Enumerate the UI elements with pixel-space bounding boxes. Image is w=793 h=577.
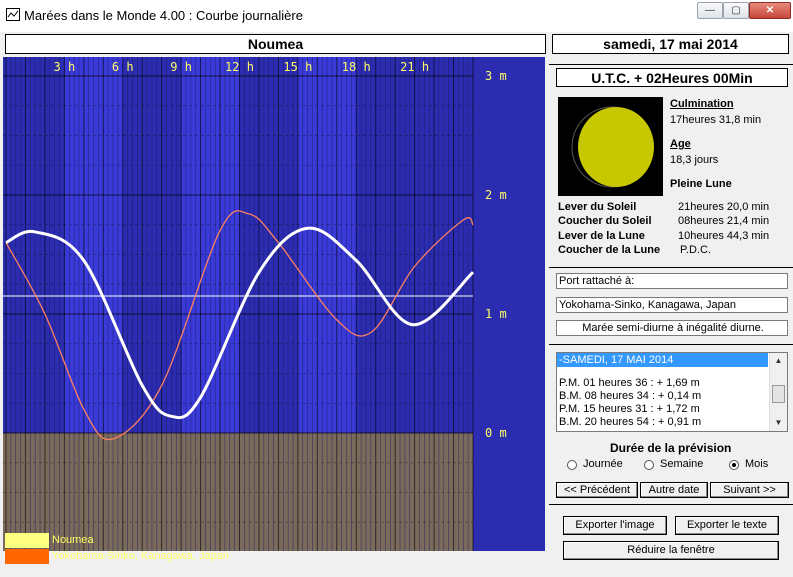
port-label: Port rattaché à: xyxy=(556,273,788,289)
divider xyxy=(549,344,793,345)
tide-list-header[interactable]: -SAMEDI, 17 MAI 2014 xyxy=(557,353,768,367)
scroll-up-icon[interactable]: ▲ xyxy=(770,353,787,369)
moon-phase: Pleine Lune xyxy=(670,178,732,190)
export-text-button[interactable]: Exporter le texte xyxy=(675,516,779,535)
divider xyxy=(549,504,793,505)
tide-type: Marée semi-diurne à inégalité diurne. xyxy=(556,320,788,336)
scroll-thumb[interactable] xyxy=(772,385,785,403)
scroll-down-icon[interactable]: ▼ xyxy=(770,415,787,431)
legend-label-noumea: Noumea xyxy=(52,534,94,546)
date-title: samedi, 17 mai 2014 xyxy=(552,34,789,54)
radio-journee[interactable] xyxy=(567,460,577,470)
radio-journee-label[interactable]: Journée xyxy=(583,458,623,470)
previous-button[interactable]: << Précédent xyxy=(556,482,638,498)
legend-swatch-noumea xyxy=(5,533,49,548)
sunrise-label: Lever du Soleil xyxy=(558,201,637,213)
moonrise-label: Lever de la Lune xyxy=(558,230,645,242)
sunrise-value: 21heures 20,0 min xyxy=(678,201,770,213)
age-value: 18,3 jours xyxy=(670,154,719,166)
next-button[interactable]: Suivant >> xyxy=(710,482,789,498)
culmination-value: 17heures 31,8 min xyxy=(670,114,762,126)
reduce-window-button[interactable]: Réduire la fenêtre xyxy=(563,541,779,560)
hour-tick-label: 12 h xyxy=(225,60,254,74)
divider xyxy=(549,267,793,268)
moonset-label: Coucher de la Lune xyxy=(558,244,661,256)
radio-semaine[interactable] xyxy=(644,460,654,470)
divider xyxy=(549,64,793,65)
other-date-button[interactable]: Autre date xyxy=(640,482,708,498)
height-tick-label: 0 m xyxy=(485,426,507,440)
hour-tick-label: 15 h xyxy=(283,60,312,74)
export-image-button[interactable]: Exporter l'image xyxy=(563,516,667,535)
tide-chart: 3 h 6 h 9 h 12 h 15 h 18 h 21 h 3 m 2 m 1 m 0 m xyxy=(3,57,545,551)
tide-item[interactable]: P.M. 01 heures 36 : + 1,69 m xyxy=(557,377,787,390)
tide-list[interactable]: -SAMEDI, 17 MAI 2014 P.M. 01 heures 36 :… xyxy=(556,352,788,432)
list-scrollbar[interactable]: ▲ ▼ xyxy=(769,353,787,431)
moon-image xyxy=(558,97,663,196)
moonset-value: P.D.C. xyxy=(680,244,711,256)
sunset-value: 08heures 21,4 min xyxy=(678,215,770,227)
hour-tick-label: 6 h xyxy=(112,60,134,74)
height-tick-label: 2 m xyxy=(485,188,507,202)
legend-label-yokohama: Yokohama-Sinko, Kanagawa, Japan xyxy=(52,550,229,562)
age-label: Age xyxy=(670,138,691,150)
port-name-field: Yokohama-Sinko, Kanagawa, Japan xyxy=(556,297,788,313)
sunset-label: Coucher du Soleil xyxy=(558,215,652,227)
tide-item[interactable]: B.M. 20 heures 54 : + 0,91 m xyxy=(557,416,787,429)
maximize-button[interactable]: ▢ xyxy=(723,2,749,19)
height-tick-label: 1 m xyxy=(485,307,507,321)
tide-item[interactable]: P.M. 15 heures 31 : + 1,72 m xyxy=(557,403,787,416)
location-title: Noumea xyxy=(5,34,546,54)
radio-semaine-label[interactable]: Semaine xyxy=(660,458,703,470)
radio-selected-dot xyxy=(732,463,736,467)
forecast-title: Durée de la prévision xyxy=(610,441,732,455)
hour-tick-label: 21 h xyxy=(400,60,429,74)
radio-mois-label[interactable]: Mois xyxy=(745,458,768,470)
minimize-button[interactable]: — xyxy=(697,2,723,19)
hour-tick-label: 3 h xyxy=(54,60,76,74)
culmination-label: Culmination xyxy=(670,98,734,110)
app-icon xyxy=(6,8,20,21)
hour-tick-label: 9 h xyxy=(170,60,192,74)
close-button[interactable]: ✕ xyxy=(749,2,791,19)
legend-swatch-yokohama xyxy=(5,549,49,564)
hour-tick-label: 18 h xyxy=(342,60,371,74)
tide-item[interactable]: B.M. 08 heures 34 : + 0,14 m xyxy=(557,390,787,403)
utc-offset: U.T.C. + 02Heures 00Min xyxy=(556,68,788,87)
height-tick-label: 3 m xyxy=(485,69,507,83)
moonrise-value: 10heures 44,3 min xyxy=(678,230,770,242)
window-title: Marées dans le Monde 4.00 : Courbe journ… xyxy=(24,8,303,23)
radio-mois[interactable] xyxy=(729,460,739,470)
